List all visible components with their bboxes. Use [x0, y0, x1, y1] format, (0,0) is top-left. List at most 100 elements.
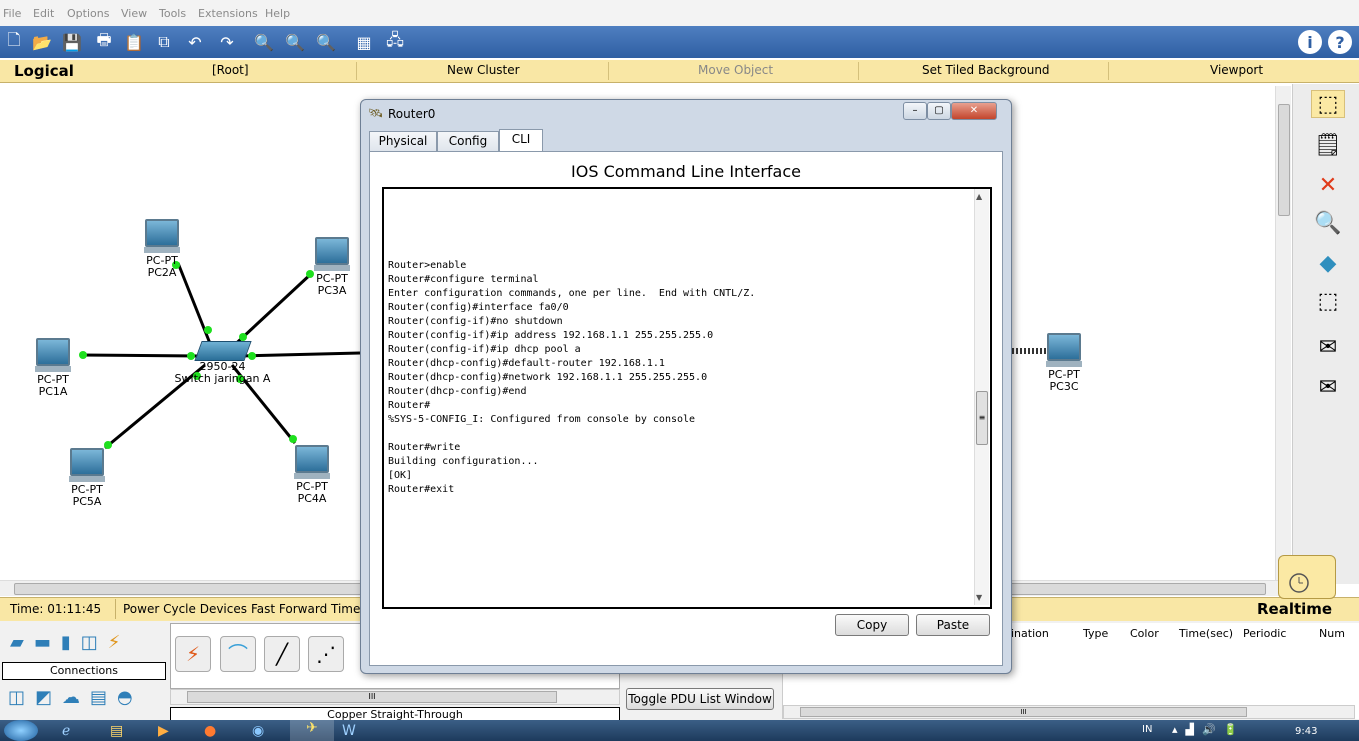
device-pc5a[interactable]: PC-PT PC5A — [65, 448, 109, 508]
straight-through-cable-icon[interactable]: ╱ — [264, 636, 300, 672]
cli-line: Router(dhcp-config)#default-router 192.1… — [388, 358, 665, 369]
resize-shape-icon[interactable]: ⬚ — [1315, 288, 1341, 314]
language-indicator[interactable]: IN — [1142, 724, 1152, 735]
device-pc1a[interactable]: PC-PT PC1A — [31, 338, 75, 398]
pc-icon — [70, 448, 104, 476]
link-dot — [204, 326, 212, 334]
switch-icon — [193, 341, 252, 361]
custom-device-icon[interactable]: 🖧 — [383, 30, 407, 54]
copy-button[interactable]: Copy — [835, 614, 909, 636]
tray-icons[interactable]: ▴▟🔊🔋 — [1172, 723, 1245, 736]
firefox-icon[interactable]: ● — [204, 723, 216, 739]
pc-icon — [295, 445, 329, 473]
pc-icon — [36, 338, 70, 366]
fast-forward-button[interactable]: Fast Forward Time — [251, 602, 360, 616]
toggle-pdu-list-button[interactable]: Toggle PDU List Window — [626, 688, 774, 710]
inspect-icon[interactable]: 🔍 — [1314, 210, 1341, 236]
cli-terminal[interactable]: Router>enable Router#configure terminal En… — [382, 187, 992, 609]
copy-icon[interactable]: ⧉ — [152, 30, 176, 54]
save-icon[interactable]: 💾 — [60, 30, 84, 54]
redo-icon[interactable]: ↷ — [215, 30, 239, 54]
device-name-label: PC5A — [72, 495, 102, 508]
palette-icon[interactable]: ▦ — [352, 30, 376, 54]
auto-connection-icon[interactable]: ⚡ — [175, 636, 211, 672]
pdu-col-color: Color — [1130, 627, 1159, 640]
tab-cli[interactable]: CLI — [499, 129, 543, 152]
packet-tracer-taskbar-icon[interactable]: ✈ — [290, 720, 334, 741]
clock: 9:43 — [1295, 726, 1318, 737]
logical-tab[interactable]: Logical — [14, 62, 74, 80]
delete-icon[interactable]: ✕ — [1315, 172, 1341, 198]
power-cycle-button[interactable]: Power Cycle Devices — [123, 602, 247, 616]
menu-extensions[interactable]: Extensions — [198, 7, 258, 20]
minimize-button[interactable]: – — [903, 102, 927, 120]
pc-icon — [145, 219, 179, 247]
info-icon[interactable]: i — [1298, 30, 1322, 54]
menu-edit[interactable]: Edit — [33, 7, 54, 20]
device-switch[interactable]: 2950-24 Switch jaringan A — [160, 341, 285, 385]
zoom-reset-icon[interactable]: 🔍 — [283, 30, 307, 54]
set-tiled-background-button[interactable]: Set Tiled Background — [922, 63, 1050, 77]
menu-tools[interactable]: Tools — [159, 7, 186, 20]
zoom-in-icon[interactable]: 🔍 — [252, 30, 276, 54]
print-icon[interactable]: 🖶 — [92, 30, 116, 54]
console-cable-icon[interactable]: ⌒ — [220, 636, 256, 672]
new-file-icon[interactable]: 🗋 — [2, 30, 26, 54]
tab-config[interactable]: Config — [437, 131, 499, 152]
pc-icon — [315, 237, 349, 265]
media-player-icon[interactable]: ▶ — [158, 723, 169, 739]
app-icon[interactable]: ◉ — [252, 723, 264, 739]
workspace-vertical-scrollbar[interactable] — [1275, 86, 1291, 581]
realtime-clock-icon[interactable] — [1278, 555, 1336, 599]
explorer-icon[interactable]: ▤ — [110, 723, 123, 739]
router-icon: 🛰 — [368, 106, 384, 120]
device-pc4a[interactable]: PC-PT PC4A — [290, 445, 334, 505]
cli-line: [OK] — [388, 470, 413, 481]
place-note-icon[interactable]: 🗒 — [1314, 132, 1342, 158]
scroll-up-icon[interactable]: ▲ — [976, 192, 982, 201]
scroll-thumb[interactable]: III — [800, 707, 1247, 717]
connection-list-scrollbar[interactable]: III — [170, 689, 620, 705]
menu-options[interactable]: Options — [67, 7, 109, 20]
draw-shape-icon[interactable]: ◆ — [1315, 250, 1341, 276]
pdu-list-scrollbar[interactable]: III — [783, 705, 1355, 719]
device-pc3a[interactable]: PC-PT PC3A — [310, 237, 354, 297]
main-toolbar: 🗋 📂 💾 🖶 📋 ⧉ ↶ ↷ 🔍 🔍 🔍 ▦ 🖧 i ? — [0, 26, 1359, 58]
root-button[interactable]: [Root] — [212, 63, 249, 77]
word-icon[interactable]: W — [342, 723, 356, 739]
menu-help[interactable]: Help — [265, 7, 290, 20]
cli-line: Building configuration... — [388, 456, 539, 467]
crossover-cable-icon[interactable]: ⋰ — [308, 636, 344, 672]
device-pc2a[interactable]: PC-PT PC2A — [140, 219, 184, 279]
select-tool-icon[interactable]: ⬚ — [1311, 90, 1345, 118]
tab-physical[interactable]: Physical — [369, 131, 437, 152]
undo-icon[interactable]: ↶ — [183, 30, 207, 54]
scroll-thumb[interactable] — [1278, 104, 1290, 216]
cli-scrollbar[interactable]: ▲ ≡ ▼ — [974, 189, 989, 605]
paste-button[interactable]: Paste — [916, 614, 990, 636]
cli-line: %SYS-5-CONFIG_I: Configured from console… — [388, 414, 696, 425]
menu-file[interactable]: File — [3, 7, 21, 20]
scroll-thumb[interactable]: ≡ — [976, 391, 988, 445]
scroll-down-icon[interactable]: ▼ — [976, 593, 982, 602]
maximize-button[interactable]: ▢ — [927, 102, 951, 120]
device-category-icons[interactable]: ▰▬▮◫⚡ — [10, 632, 130, 653]
add-simple-pdu-icon[interactable]: ✉ — [1315, 334, 1341, 360]
move-object-button[interactable]: Move Object — [698, 63, 773, 77]
new-cluster-button[interactable]: New Cluster — [447, 63, 520, 77]
start-button-icon[interactable] — [4, 720, 38, 741]
ie-icon[interactable]: ℯ — [62, 723, 70, 739]
open-folder-icon[interactable]: 📂 — [30, 30, 54, 54]
viewport-button[interactable]: Viewport — [1210, 63, 1263, 77]
activity-wizard-icon[interactable]: 📋 — [122, 30, 146, 54]
scroll-thumb[interactable]: III — [187, 691, 557, 703]
menu-view[interactable]: View — [121, 7, 147, 20]
device-pc3c[interactable]: PC-PT PC3C — [1042, 333, 1086, 393]
device-subcategory-icons[interactable]: ◫◩☁▤◓ — [8, 687, 143, 708]
cli-line: Router>enable — [388, 260, 467, 271]
close-button[interactable]: ✕ — [951, 102, 997, 120]
zoom-out-icon[interactable]: 🔍 — [314, 30, 338, 54]
add-complex-pdu-icon[interactable]: ✉ — [1315, 374, 1341, 400]
help-icon[interactable]: ? — [1328, 30, 1352, 54]
realtime-mode-label[interactable]: Realtime — [1257, 600, 1332, 618]
